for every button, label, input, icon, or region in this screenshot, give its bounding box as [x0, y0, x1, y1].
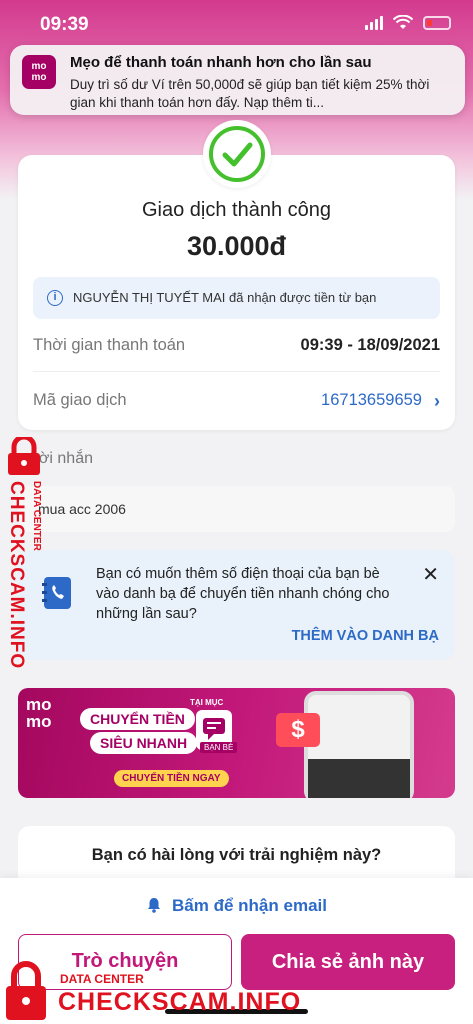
chevron-right-icon[interactable]: › [434, 391, 440, 412]
notification-body: Duy trì số dư Ví trên 50,000đ sẽ giúp bạ… [70, 77, 430, 110]
payment-time-value: 09:39 - 18/09/2021 [300, 336, 440, 354]
banner-tag: TẠI MỤC [190, 698, 224, 707]
add-to-contacts-button[interactable]: THÊM VÀO DANH BẠ [292, 628, 439, 644]
status-bar: 09:39 [0, 0, 473, 46]
recipient-info-text: NGUYỄN THỊ TUYẾT MAI đã nhận được tiền t… [73, 290, 377, 305]
momo-logo: mo mo [22, 55, 56, 89]
recipient-info: i NGUYỄN THỊ TUYẾT MAI đã nhận được tiền… [33, 277, 440, 319]
close-icon[interactable]: ✕ [422, 562, 439, 587]
lock-icon [6, 961, 46, 1020]
watermark-bottom-sub: DATA CENTER [60, 972, 144, 986]
transaction-amount: 30.000đ [186, 231, 287, 261]
watermark-sub: DATA CENTER [31, 481, 42, 551]
payment-time-label: Thời gian thanh toán [33, 336, 186, 354]
message-box: mua acc 2006 [18, 486, 455, 532]
status-icons [365, 15, 451, 30]
transaction-status: Giao dịch thành công [141, 199, 332, 221]
survey-question: Bạn có hài lòng với trải nghiệm này? [91, 846, 382, 864]
phone-illustration [304, 691, 414, 798]
transaction-id-value[interactable]: 16713659659 [321, 391, 440, 410]
add-contact-text: Bạn có muốn thêm số điện thoại của bạn b… [96, 566, 390, 622]
watermark-bottom-brand: CHECKSCAM.INFO [58, 988, 302, 1016]
wifi-icon [393, 15, 413, 29]
notification-title: Mẹo để thanh toán nhanh hơn cho lần sau [70, 54, 372, 71]
success-check-icon [203, 120, 271, 188]
push-notification[interactable]: mo mo Mẹo để thanh toán nhanh hơn cho lần… [10, 45, 465, 115]
banner-logo: mo mo [26, 695, 52, 731]
lock-icon [8, 437, 40, 475]
watermark-bottom: DATA CENTER CHECKSCAM.INFO [0, 960, 300, 1024]
add-contact-card: Bạn có muốn thêm số điện thoại của bạn b… [18, 550, 455, 660]
banner-line2: SIÊU NHANH [90, 732, 198, 754]
bell-icon [148, 898, 161, 913]
battery-icon [423, 15, 451, 30]
signal-icon [365, 15, 383, 30]
payment-time-row: Thời gian thanh toán 09:39 - 18/09/2021 [33, 322, 440, 372]
banner-line1: CHUYỂN TIỀN [80, 708, 195, 730]
transaction-id-row[interactable]: Mã giao dịch 16713659659 › [33, 377, 440, 427]
promo-banner[interactable]: mo mo CHUYỂN TIỀN SIÊU NHANH TẠI MỤC BẠN … [18, 688, 455, 798]
watermark-brand: CHECKSCAM.INFO [6, 481, 27, 670]
watermark-side: CHECKSCAM.INFO DATA CENTER [2, 437, 52, 670]
transaction-card: Giao dịch thành công 30.000đ i NGUYỄN TH… [18, 155, 455, 430]
banner-friends-label: BẠN BÈ [200, 742, 238, 753]
banner-cta[interactable]: CHUYỂN TIỀN NGAY [114, 770, 229, 787]
email-link-text[interactable]: Bấm để nhận email [172, 896, 327, 915]
dollar-icon: $ [276, 713, 320, 747]
transaction-id-label: Mã giao dịch [33, 391, 127, 409]
keyboard-illustration [308, 759, 410, 798]
info-icon: i [47, 290, 63, 306]
email-link[interactable]: Bấm để nhận email [0, 896, 473, 916]
status-time: 09:39 [40, 14, 89, 35]
